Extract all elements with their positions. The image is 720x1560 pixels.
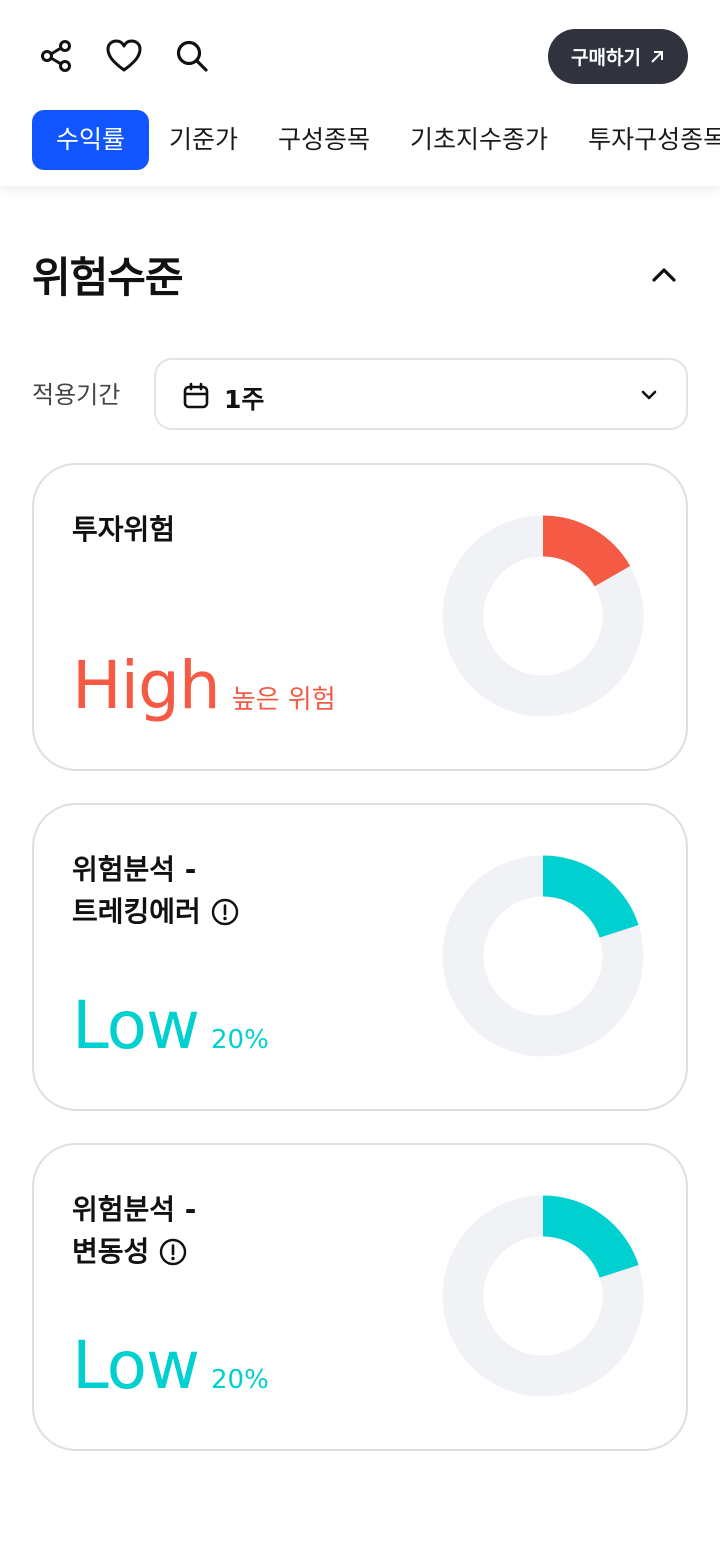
risk-level: High 높은 위험 [72,653,336,719]
tab-index-close[interactable]: 기초지수종가 [390,110,568,170]
period-value: 1주 [224,385,265,414]
risk-level-value: High [72,647,221,724]
buy-button-label: 구매하기 [571,47,641,69]
tab-holdings[interactable]: 구성종목 [258,110,390,170]
share-button[interactable] [36,36,76,76]
share-icon [41,40,71,72]
risk-card-investment: 투자위험 High 높은 위험 [32,463,688,771]
card-title-line2-row: 변동성 [72,1231,196,1273]
card-title-line2: 트레킹에러 [72,895,201,928]
card-title-line1: 위험분석 - [72,1193,197,1226]
card-title-line2-row: 트레킹에러 [72,891,239,933]
tab-returns[interactable]: 수익률 [32,110,150,170]
card-title-line1: 위험분석 - [72,853,197,886]
risk-card-tracking-error: 위험분석 - 트레킹에러 Low 20% [32,803,688,1111]
risk-level-sub: 높은 위험 [231,685,336,715]
card-title-line2: 변동성 [72,1235,150,1268]
risk-level-value: Low [72,987,200,1064]
chevron-up-icon [652,268,676,282]
section-title: 위험수준 [32,253,184,302]
calendar-icon [183,382,209,409]
card-title: 투자위험 [72,509,175,551]
risk-level-sub: 20% [210,1025,269,1055]
card-title: 위험분석 - 트레킹에러 [72,849,239,933]
risk-donut-chart [442,855,644,1057]
top-header: 구매하기 수익률 기준가 구성종목 기초지수종가 투자구성종목 [0,0,720,186]
risk-level: Low 20% [72,993,269,1059]
search-icon [176,40,208,72]
search-button[interactable] [172,36,212,76]
period-label: 적용기간 [32,381,121,409]
heart-icon [106,39,142,72]
risk-level-value: Low [72,1327,200,1404]
favorite-button[interactable] [104,36,144,76]
period-select[interactable]: 1주 [154,358,688,430]
card-title: 위험분석 - 변동성 [72,1189,196,1273]
risk-level-sub: 20% [210,1365,269,1395]
tab-bar: 수익률 기준가 구성종목 기초지수종가 투자구성종목 [32,110,720,170]
risk-level: Low 20% [72,1333,269,1399]
risk-donut-chart [442,1195,644,1397]
buy-button[interactable]: 구매하기 [548,29,688,84]
tab-base-price[interactable]: 기준가 [149,110,258,170]
risk-donut-chart [442,515,644,717]
info-icon [160,1238,187,1266]
info-button[interactable] [159,1238,187,1266]
risk-card-volatility: 위험분석 - 변동성 Low 20% [32,1143,688,1451]
info-button[interactable] [211,898,239,926]
arrow-up-right-icon [651,50,663,63]
tab-investment-holdings[interactable]: 투자구성종목 [568,110,720,170]
chevron-down-icon [641,390,657,400]
info-icon [211,898,239,926]
app-screen: 구매하기 수익률 기준가 구성종목 기초지수종가 투자구성종목 위험수준 적용기… [0,0,720,1560]
collapse-button[interactable] [644,254,684,294]
card-title-line1: 투자위험 [72,513,176,546]
